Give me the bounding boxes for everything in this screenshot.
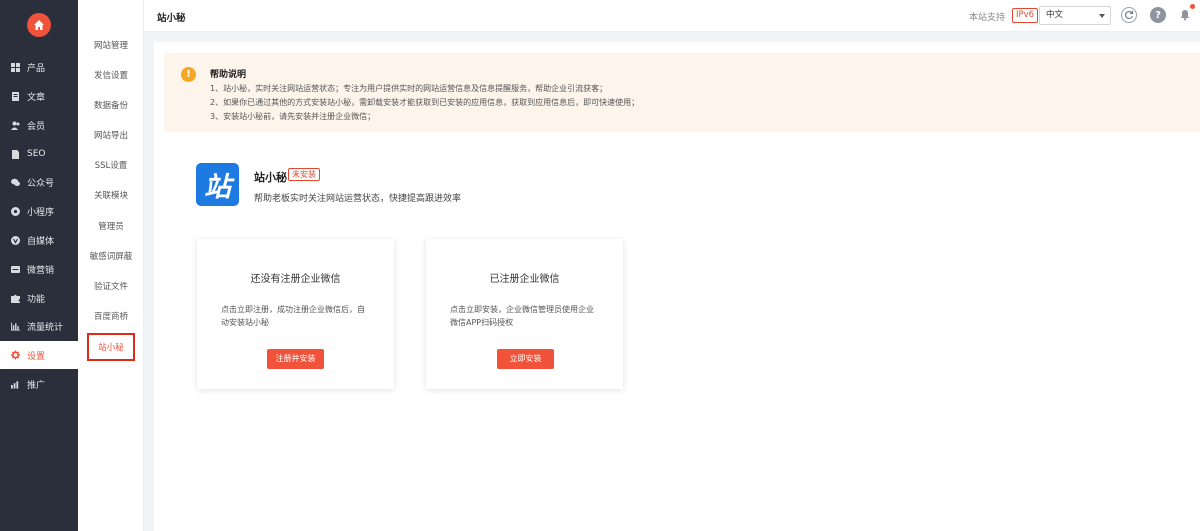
sidebar-item-label: 功能 (27, 294, 46, 305)
subnav-item-zhanxiaomi[interactable]: 站小秘 (87, 333, 135, 361)
sidebar-item-self-media[interactable]: 自媒体 (0, 226, 78, 254)
sidebar-item-features[interactable]: 功能 (0, 284, 78, 312)
subnav-item-site-export[interactable]: 网站导出 (78, 126, 144, 146)
help-line: 1、站小秘，实时关注网站运营状态；专注为用户提供实时的网站运营信息及信息提醒服务… (210, 84, 608, 93)
card-text: 点击立即注册，成功注册企业微信后，自动安装站小秘 (221, 305, 365, 327)
sidebar-item-label: 公众号 (27, 178, 55, 189)
main-sidebar: 产品 文章 会员 SEO 公众号 小程序 自媒体 微营销 功能 流量统计 设置 (0, 0, 78, 531)
grid-icon (11, 62, 20, 72)
card-text: 点击立即安装，企业微信管理员使用企业微信APP扫码授权 (450, 305, 594, 327)
mini-program-icon (11, 206, 20, 216)
bell-icon (1180, 10, 1190, 21)
install-now-button[interactable]: 立即安装 (497, 349, 554, 369)
sidebar-item-traffic-stats[interactable]: 流量统计 (0, 312, 78, 340)
card-registered: 已注册企业微信 点击立即安装，企业微信管理员使用企业微信APP扫码授权 立即安装 (426, 239, 623, 389)
home-icon[interactable] (27, 13, 51, 37)
sidebar-item-label: SEO (27, 149, 46, 159)
card-title: 还没有注册企业微信 (250, 274, 341, 285)
sidebar-item-settings[interactable]: 设置 (0, 341, 78, 369)
marketing-icon (11, 265, 20, 274)
puzzle-icon (11, 294, 20, 303)
subnav-item-ssl-settings[interactable]: SSL设置 (78, 156, 144, 176)
subnav-item-sensitive-words[interactable]: 敏感词屏蔽 (78, 247, 144, 267)
warning-icon: ! (181, 67, 196, 82)
app-description: 帮助老板实时关注网站运营状态，快捷提高跟进效率 (254, 194, 462, 204)
top-header: 站小秘 本站支持 IPv6 中文 ? (144, 0, 1200, 32)
card-title: 已注册企业微信 (489, 274, 560, 285)
document-icon (11, 91, 20, 101)
card-not-registered: 还没有注册企业微信 点击立即注册，成功注册企业微信后，自动安装站小秘 注册并安装 (197, 239, 394, 389)
notification-dot (1190, 4, 1195, 9)
sidebar-item-label: 设置 (27, 351, 46, 362)
sidebar-item-label: 流量统计 (27, 322, 64, 333)
subnav-item-verification-file[interactable]: 验证文件 (78, 277, 144, 297)
sidebar-item-articles[interactable]: 文章 (0, 82, 78, 110)
sidebar-item-micro-marketing[interactable]: 微营销 (0, 255, 78, 283)
seo-icon (11, 149, 20, 159)
help-button[interactable]: ? (1150, 7, 1166, 23)
refresh-icon (1125, 10, 1134, 20)
sidebar-item-products[interactable]: 产品 (0, 53, 78, 81)
support-label: 本站支持 (969, 13, 1006, 23)
sidebar-item-label: 自媒体 (27, 236, 55, 247)
subnav-item-administrators[interactable]: 管理员 (78, 217, 144, 237)
media-icon (11, 235, 20, 245)
sidebar-item-label: 产品 (27, 63, 46, 74)
page-title: 站小秘 (157, 13, 186, 24)
sidebar-item-label: 微营销 (27, 265, 55, 276)
app-logo-char: 站 (204, 172, 231, 203)
status-badge: 未安装 (288, 168, 320, 181)
question-icon: ? (1155, 9, 1161, 21)
users-icon (11, 121, 20, 130)
subnav-item-baidu-bridge[interactable]: 百度商桥 (78, 307, 144, 327)
sidebar-item-promote[interactable]: 推广 (0, 370, 78, 398)
register-and-install-button[interactable]: 注册并安装 (267, 349, 324, 369)
help-notice: ! 帮助说明 1、站小秘，实时关注网站运营状态；专注为用户提供实时的网站运营信息… (164, 53, 1200, 132)
gear-icon (11, 350, 20, 360)
sidebar-item-label: 文章 (27, 92, 46, 103)
sidebar-item-label: 小程序 (27, 207, 55, 218)
subnav-item-mail-settings[interactable]: 发信设置 (78, 66, 144, 86)
subnav-item-site-management[interactable]: 网站管理 (78, 36, 144, 56)
settings-subnav: 网站管理 发信设置 数据备份 网站导出 SSL设置 关联模块 管理员 敏感词屏蔽… (78, 0, 144, 531)
app-name: 站小秘 (254, 171, 287, 184)
sidebar-item-members[interactable]: 会员 (0, 111, 78, 139)
bar-chart-icon (11, 321, 20, 331)
promote-icon (11, 380, 20, 389)
help-line: 2、如果你已通过其他的方式安装站小秘，需卸载安装才能获取到已安装的应用信息，获取… (210, 98, 640, 107)
sidebar-item-label: 推广 (27, 380, 46, 391)
main-content: ! 帮助说明 1、站小秘，实时关注网站运营状态；专注为用户提供实时的网站运营信息… (154, 42, 1200, 531)
subnav-item-data-backup[interactable]: 数据备份 (78, 96, 144, 116)
sidebar-item-wechat-official[interactable]: 公众号 (0, 168, 78, 196)
notifications-button[interactable] (1177, 7, 1193, 23)
chevron-down-icon (1099, 14, 1105, 18)
help-title: 帮助说明 (210, 70, 247, 80)
refresh-button[interactable] (1121, 7, 1137, 23)
language-select[interactable]: 中文 (1039, 6, 1111, 25)
wechat-icon (11, 178, 20, 187)
sidebar-item-seo[interactable]: SEO (0, 140, 78, 168)
ipv6-badge: IPv6 (1012, 8, 1039, 23)
language-value: 中文 (1046, 10, 1064, 20)
subnav-item-related-modules[interactable]: 关联模块 (78, 186, 144, 206)
app-logo: 站 (196, 163, 239, 206)
help-line: 3、安装站小秘前，请先安装并注册企业微信； (210, 112, 376, 121)
sidebar-item-label: 会员 (27, 121, 46, 132)
sidebar-item-mini-program[interactable]: 小程序 (0, 197, 78, 225)
